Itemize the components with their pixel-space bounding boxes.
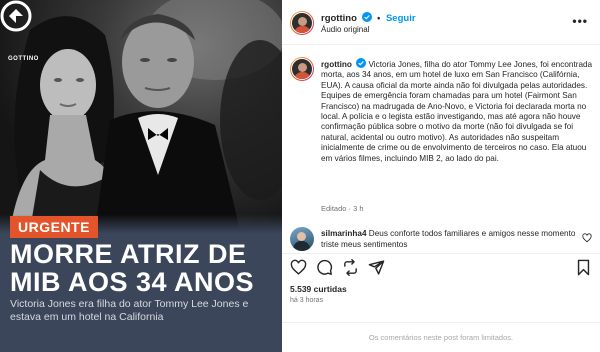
author-avatar[interactable]: [290, 11, 314, 35]
caption-verified-badge-icon: [356, 58, 367, 68]
comment-bubble-icon[interactable]: [316, 259, 333, 276]
logo-text: GOTTINO: [8, 56, 39, 62]
caption-author-avatar[interactable]: [290, 57, 314, 81]
post-caption: rgottino Victoria Jones, filha do ator T…: [282, 45, 600, 223]
caption-body: rgottino Victoria Jones, filha do ator T…: [321, 58, 593, 164]
post-header: rgottino • Seguir Áudio original •••: [282, 0, 600, 45]
verified-badge-icon: [361, 12, 372, 22]
comments-limited-notice: Os comentários neste post foram limitado…: [282, 322, 600, 352]
post-headline: MORRE ATRIZ DE MIB AOS 34 ANOS: [10, 239, 255, 297]
save-bookmark-icon[interactable]: [575, 259, 592, 276]
separator-dot: •: [377, 13, 381, 23]
post-photo: GOTTINO: [0, 0, 282, 230]
action-bar: [282, 253, 600, 281]
author-username[interactable]: rgottino: [321, 13, 357, 24]
follow-button[interactable]: Seguir: [386, 13, 416, 24]
caption-timestamp: Editado · 3 h: [321, 204, 364, 213]
commenter-username[interactable]: silmarinha4: [321, 229, 367, 238]
comment-body: silmarinha4 Deus conforte todos familiar…: [321, 229, 576, 250]
like-heart-icon[interactable]: [290, 259, 307, 276]
repost-icon[interactable]: [342, 259, 359, 276]
author-line: rgottino • Seguir: [321, 12, 416, 24]
post-panel: rgottino • Seguir Áudio original ••• rgo…: [282, 0, 600, 352]
gottino-logo-icon: [0, 0, 32, 32]
share-send-icon[interactable]: [368, 259, 385, 276]
likes-count[interactable]: 5.539 curtidas: [290, 284, 347, 294]
comment-item: silmarinha4 Deus conforte todos familiar…: [282, 223, 600, 253]
more-options-icon[interactable]: •••: [572, 14, 588, 28]
photo-illustration: [10, 0, 282, 230]
post-media[interactable]: GOTTINO URGENTE MORRE ATRIZ DE MIB AOS 3…: [0, 0, 282, 352]
post-age: há 3 horas: [290, 297, 324, 304]
post-subheadline: Victoria Jones era filha do ator Tommy L…: [10, 298, 249, 323]
audio-label[interactable]: Áudio original: [321, 25, 369, 34]
commenter-avatar[interactable]: [290, 227, 314, 251]
caption-text: Victoria Jones, filha do ator Tommy Lee …: [321, 60, 593, 163]
urgent-badge: URGENTE: [10, 216, 98, 238]
comment-like-icon[interactable]: [582, 233, 592, 243]
caption-username[interactable]: rgottino: [321, 60, 352, 69]
